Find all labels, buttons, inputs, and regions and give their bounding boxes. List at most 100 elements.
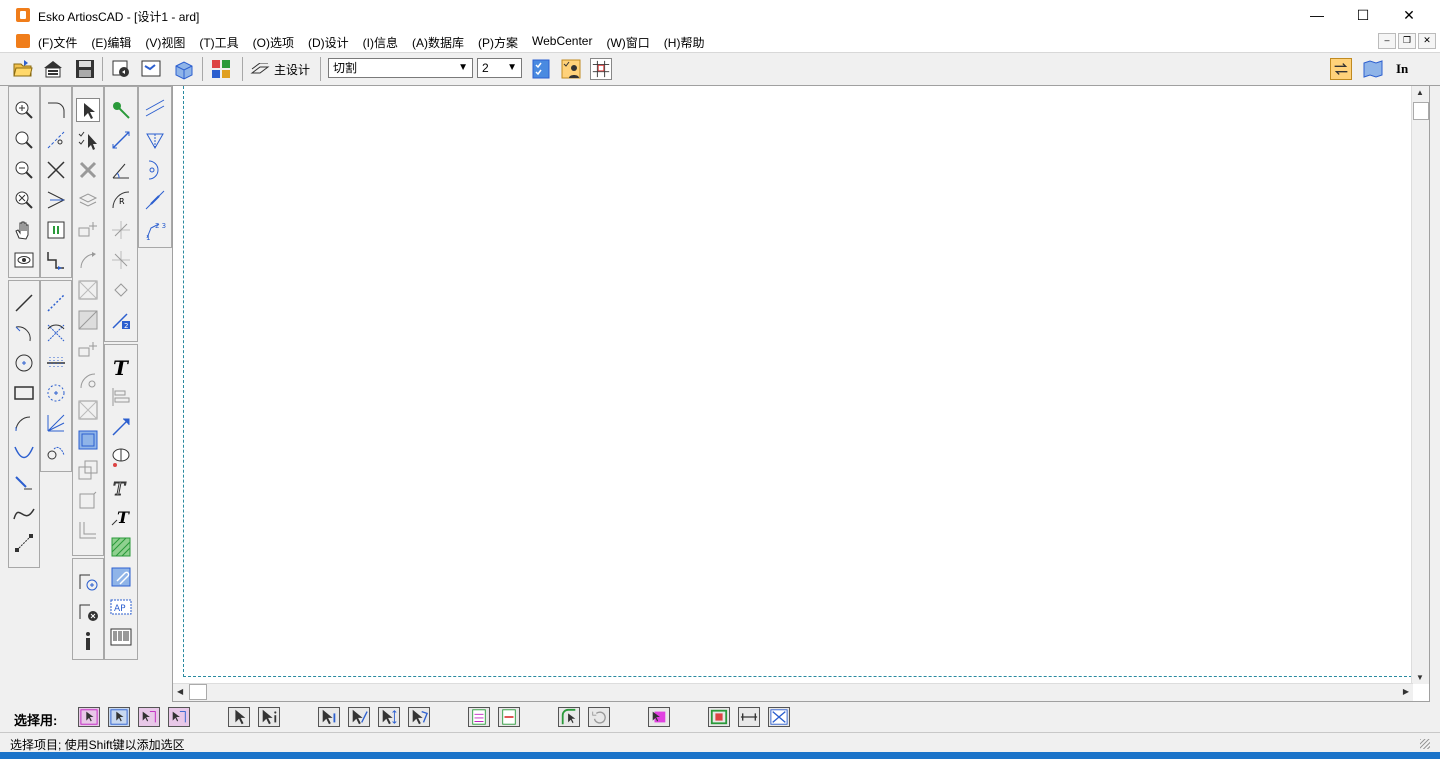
minimize-button[interactable]: — <box>1294 0 1340 31</box>
ordinate-numbers-icon[interactable]: 1 2 3 <box>143 218 167 242</box>
delete-icon[interactable] <box>76 158 100 182</box>
checklist-icon[interactable] <box>530 58 552 80</box>
step-icon[interactable] <box>44 248 68 272</box>
eye-view-icon[interactable] <box>12 248 36 272</box>
zoom-in-icon[interactable] <box>12 98 36 122</box>
view-design-icon[interactable] <box>140 58 162 80</box>
group-3d-icon[interactable] <box>76 428 100 452</box>
label-ap-icon[interactable]: AP <box>109 595 133 619</box>
select-diagonal-icon[interactable] <box>768 707 790 727</box>
map-icon[interactable] <box>1362 58 1384 80</box>
rectangle-icon[interactable] <box>12 381 36 405</box>
stack-copy-icon[interactable] <box>76 458 100 482</box>
select-magenta-icon[interactable] <box>648 707 670 727</box>
select-corner-icon[interactable] <box>558 707 580 727</box>
text-outline-icon[interactable]: T <box>109 475 133 500</box>
undo-selection-icon[interactable] <box>588 707 610 727</box>
tangent-line-icon[interactable] <box>143 188 167 212</box>
select-pointer-info-icon[interactable] <box>258 707 280 727</box>
trim-icon[interactable] <box>44 128 68 152</box>
move-copy-icon[interactable] <box>76 218 100 242</box>
select-fence-icon[interactable] <box>168 707 190 727</box>
dashed-line-icon[interactable] <box>44 291 68 315</box>
artioscad-app-icon[interactable] <box>16 8 30 22</box>
save-icon[interactable] <box>74 58 96 80</box>
parallel-line-icon[interactable] <box>143 98 167 122</box>
scroll-down-icon[interactable]: ▼ <box>1416 673 1424 682</box>
zoom-fit-icon[interactable] <box>12 188 36 212</box>
select-pointer-icon[interactable] <box>228 707 250 727</box>
menu-project[interactable]: (P)方案 <box>478 34 518 51</box>
angle-dimension-icon[interactable] <box>109 158 133 182</box>
swap-direction-icon[interactable] <box>1330 58 1352 80</box>
arc-center-icon[interactable] <box>143 158 167 182</box>
units-toggle[interactable]: In <box>1396 61 1408 77</box>
pointage-select[interactable]: 2 ▼ <box>477 58 522 78</box>
menu-file[interactable]: (F)文件 <box>38 34 77 51</box>
menu-edit[interactable]: (E)编辑 <box>91 34 131 51</box>
select-arrow-icon[interactable] <box>76 98 100 122</box>
check-select-icon[interactable] <box>76 128 100 152</box>
open-database-icon[interactable] <box>42 58 64 80</box>
select-line-icon[interactable] <box>318 707 340 727</box>
scale-node-icon[interactable] <box>109 248 133 272</box>
menu-help[interactable]: (H)帮助 <box>664 34 705 51</box>
hatch-icon[interactable] <box>109 535 133 559</box>
grid-view-icon[interactable] <box>590 58 612 80</box>
curve-tangent-icon[interactable] <box>12 441 36 465</box>
mirror-copy-icon[interactable] <box>76 398 100 422</box>
origin-icon[interactable] <box>109 98 133 122</box>
dashed-circle-icon[interactable] <box>44 381 68 405</box>
select-arc-icon[interactable] <box>348 707 370 727</box>
doc-restore-button[interactable]: ❐ <box>1398 33 1416 49</box>
open-folder-icon[interactable] <box>12 58 34 80</box>
rotate-copy-icon[interactable] <box>76 368 100 392</box>
radius-dimension-icon[interactable]: R <box>109 188 133 212</box>
horizontal-scroll-thumb[interactable] <box>189 684 207 700</box>
menu-view[interactable]: (V)视图 <box>145 34 185 51</box>
extend-icon[interactable] <box>44 188 68 212</box>
select-text-icon[interactable] <box>408 707 430 727</box>
menu-design[interactable]: (D)设计 <box>308 34 349 51</box>
doc-minimize-button[interactable]: – <box>1378 33 1396 49</box>
user-properties-icon[interactable] <box>560 58 582 80</box>
info-icon[interactable] <box>76 629 100 653</box>
close-button[interactable]: ✕ <box>1386 0 1432 31</box>
menu-options[interactable]: (O)选项 <box>253 34 294 51</box>
select-crossing-icon[interactable] <box>138 707 160 727</box>
scroll-right-icon[interactable]: ▶ <box>1403 687 1409 696</box>
intersect-icon[interactable] <box>44 158 68 182</box>
delete-node-icon[interactable] <box>76 599 100 623</box>
angle-rays-icon[interactable] <box>44 411 68 435</box>
maximize-button[interactable]: ☐ <box>1340 0 1386 31</box>
main-design-button[interactable]: 主设计 <box>250 61 310 78</box>
rotate-node-icon[interactable] <box>109 278 133 302</box>
revert-icon[interactable] <box>110 58 132 80</box>
menu-database[interactable]: (A)数据库 <box>412 34 464 51</box>
menu-window[interactable]: (W)窗口 <box>606 34 649 51</box>
resize-grip-icon[interactable] <box>1420 739 1430 749</box>
zoom-window-icon[interactable] <box>12 128 36 152</box>
scroll-up-icon[interactable]: ▲ <box>1416 88 1424 97</box>
select-layer-green-icon[interactable] <box>468 707 490 727</box>
cross-arc-icon[interactable] <box>44 321 68 345</box>
doc-close-button[interactable]: ✕ <box>1418 33 1436 49</box>
point-to-point-icon[interactable] <box>12 531 36 555</box>
snap-number-icon[interactable]: 2 <box>109 308 133 332</box>
menu-info[interactable]: (I)信息 <box>363 34 398 51</box>
select-all-types-icon[interactable] <box>78 707 100 727</box>
offset-icon[interactable] <box>76 518 100 542</box>
arrow-line-icon[interactable] <box>109 415 133 439</box>
barcode-icon[interactable] <box>109 625 133 649</box>
menu-tools[interactable]: (T)工具 <box>199 34 238 51</box>
layout-grid-icon[interactable] <box>210 58 232 80</box>
paperclip-icon[interactable] <box>109 565 133 589</box>
dotted-dimension-icon[interactable] <box>44 351 68 375</box>
stretch-icon[interactable] <box>44 218 68 242</box>
fillet-icon[interactable] <box>44 98 68 122</box>
menu-webcenter[interactable]: WebCenter <box>532 34 592 51</box>
select-dimension-icon[interactable] <box>378 707 400 727</box>
scale-icon[interactable] <box>76 308 100 332</box>
array-icon[interactable] <box>76 488 100 512</box>
text-leader-icon[interactable]: T <box>109 505 133 529</box>
